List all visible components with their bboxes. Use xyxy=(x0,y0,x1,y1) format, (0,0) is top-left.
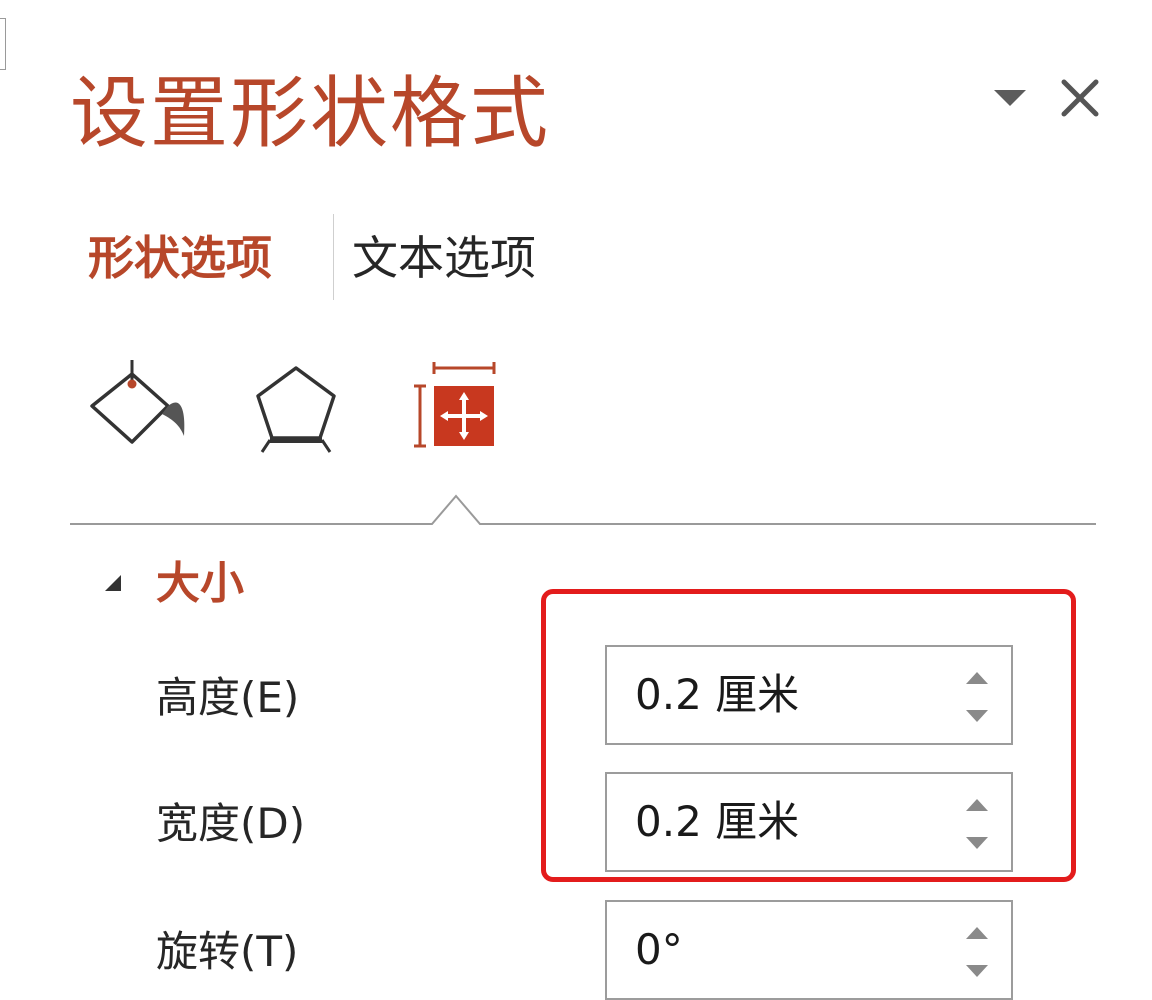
pentagon-icon xyxy=(256,366,336,453)
section-collapse-toggle[interactable] xyxy=(102,572,124,594)
rotation-spinner[interactable]: 0° xyxy=(605,900,1013,1000)
tab-text-options[interactable]: 文本选项 xyxy=(352,226,536,290)
rotation-input[interactable]: 0° xyxy=(635,922,683,978)
paint-bucket-icon xyxy=(90,360,185,444)
width-label: 宽度(D) xyxy=(156,799,306,848)
triangle-expanded-icon xyxy=(105,575,121,591)
task-pane-options-button[interactable] xyxy=(990,86,1030,110)
highlight-annotation-box xyxy=(541,589,1076,882)
spin-up-icon xyxy=(966,927,988,939)
close-pane-button[interactable] xyxy=(1054,72,1106,124)
rotation-decrement-button[interactable] xyxy=(957,956,997,986)
close-icon xyxy=(1061,79,1099,117)
window-edge-fragment xyxy=(0,18,6,70)
size-properties-icon xyxy=(414,362,496,448)
rotation-label: 旋转(T) xyxy=(156,927,299,976)
pane-title: 设置形状格式 xyxy=(70,69,551,159)
height-label: 高度(E) xyxy=(156,673,300,722)
spin-down-icon xyxy=(966,965,988,977)
section-title-size[interactable]: 大小 xyxy=(156,554,244,614)
size-properties-category-button[interactable] xyxy=(408,362,504,454)
category-selection-indicator xyxy=(70,494,1096,525)
tab-divider xyxy=(333,214,334,300)
triangle-down-icon xyxy=(994,90,1026,106)
fill-line-category-button[interactable] xyxy=(88,356,192,452)
tab-shape-options[interactable]: 形状选项 xyxy=(88,226,272,290)
effects-category-button[interactable] xyxy=(250,362,342,454)
rotation-increment-button[interactable] xyxy=(957,918,997,948)
